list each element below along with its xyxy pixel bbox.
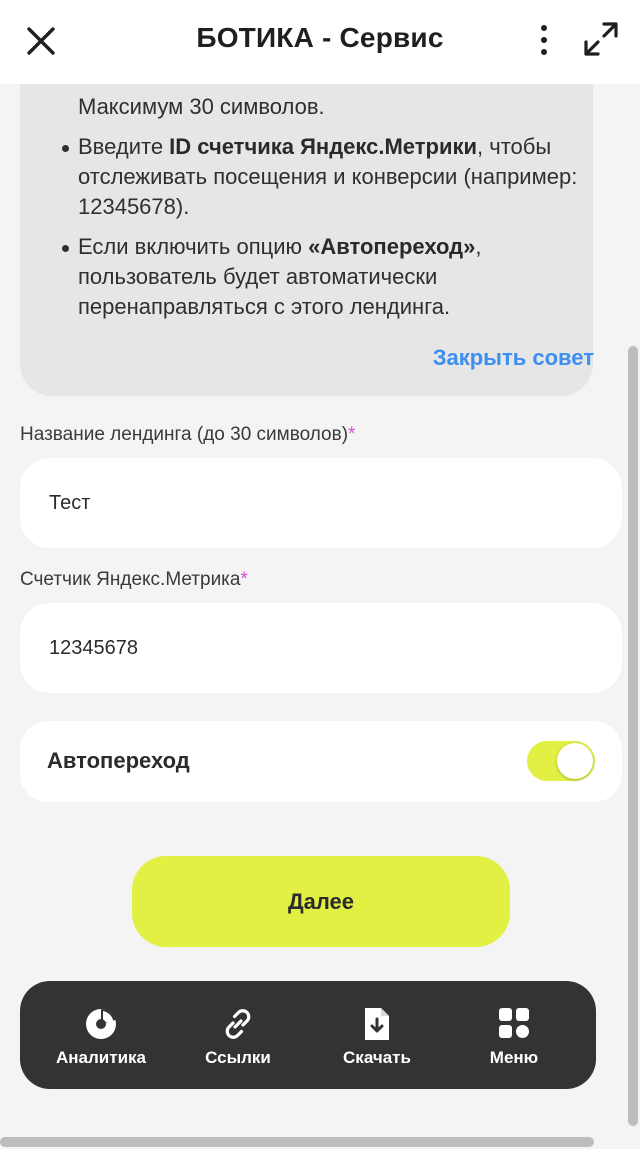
tip-item2-pre: Введите <box>78 134 170 159</box>
tip-item-metrika: Введите ID счетчика Яндекс.Метрики, чтоб… <box>62 132 598 222</box>
nav-item-links[interactable]: Ссылки <box>173 981 303 1089</box>
expand-icon[interactable] <box>582 20 620 58</box>
autoswitch-label: Автопереход <box>47 748 190 773</box>
nav-item-download[interactable]: Скачать <box>312 981 442 1089</box>
metrika-label-text: Счетчик Яндекс.Метрика <box>20 569 241 590</box>
metrika-counter-input[interactable]: 12345678 <box>20 603 622 693</box>
tip-list: Введите ID счетчика Яндекс.Метрики, чтоб… <box>62 132 598 332</box>
tip-item3-bold: «Автопереход» <box>308 234 476 259</box>
download-file-icon <box>365 1008 389 1040</box>
autoswitch-card: Автопереход <box>20 721 622 802</box>
vertical-scrollbar[interactable] <box>628 346 638 1126</box>
tip-item2-bold: ID счетчика Яндекс.Метрики <box>169 134 478 159</box>
required-mark: * <box>240 569 248 590</box>
grid-menu-icon <box>499 1008 529 1038</box>
autoswitch-toggle[interactable] <box>527 741 595 781</box>
required-mark: * <box>348 424 356 445</box>
tip-item-autoswitch: Если включить опцию «Автопереход», польз… <box>62 232 598 322</box>
tip-partial-text: Максимум 30 символов. <box>78 94 325 119</box>
metrika-field-label: Счетчик Яндекс.Метрика* <box>20 569 248 591</box>
landing-name-value: Тест <box>49 491 91 514</box>
nav-label-links: Ссылки <box>205 1048 271 1067</box>
name-field-label: Название лендинга (до 30 символов)* <box>20 424 355 446</box>
horizontal-scrollbar[interactable] <box>0 1137 594 1147</box>
tip-card: Максимум 30 символов. Введите ID счетчик… <box>20 40 594 396</box>
nav-label-download: Скачать <box>343 1048 411 1067</box>
bottom-nav: Аналитика Ссылки Скачать Меню <box>20 981 596 1089</box>
link-icon <box>225 1009 251 1039</box>
nav-item-menu[interactable]: Меню <box>449 981 579 1089</box>
next-button[interactable]: Далее <box>132 856 510 947</box>
tip-item3-pre: Если включить опцию <box>78 234 309 259</box>
tip-partial-line: Максимум 30 символов. <box>78 94 325 120</box>
close-tip-link[interactable]: Закрыть совет <box>433 345 594 371</box>
nav-label-menu: Меню <box>489 1048 539 1067</box>
name-label-text: Название лендинга (до 30 символов) <box>20 424 349 445</box>
metrika-counter-value: 12345678 <box>49 636 138 659</box>
landing-name-input[interactable]: Тест <box>20 458 622 548</box>
nav-item-analytics[interactable]: Аналитика <box>36 981 166 1089</box>
toggle-knob <box>557 743 593 779</box>
more-vertical-icon[interactable] <box>530 22 558 58</box>
pie-chart-icon <box>86 1008 116 1039</box>
nav-label-analytics: Аналитика <box>56 1048 146 1067</box>
app-header: БОТИКА - Сервис <box>0 0 640 84</box>
